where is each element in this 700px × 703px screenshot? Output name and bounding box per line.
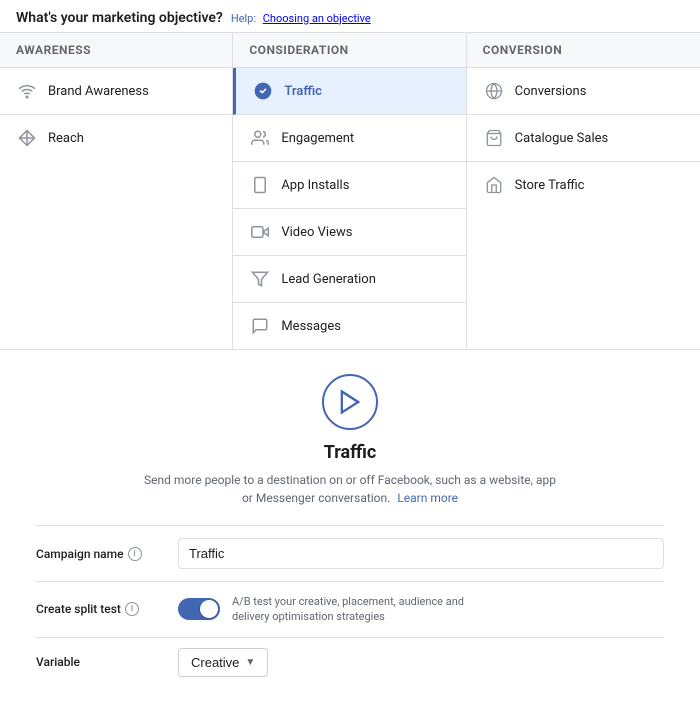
detail-icon-circle xyxy=(322,374,378,430)
snowflake-icon xyxy=(16,127,38,149)
split-test-row: Create split test i A/B test your creati… xyxy=(36,581,664,637)
video-views-icon xyxy=(249,221,271,243)
engagement-icon xyxy=(249,127,271,149)
traffic-check-icon xyxy=(252,80,274,102)
catalogue-sales-icon xyxy=(483,127,505,149)
wifi-icon xyxy=(16,80,38,102)
awareness-header: Awareness xyxy=(0,33,232,68)
header: What's your marketing objective? Help: C… xyxy=(0,0,700,33)
lead-generation-icon xyxy=(249,268,271,290)
traffic-label: Traffic xyxy=(284,84,322,99)
awareness-column: Awareness Brand Awareness xyxy=(0,33,233,349)
conversion-header: Conversion xyxy=(467,33,700,68)
variable-row: Variable Creative ▼ xyxy=(36,637,664,687)
traffic-item[interactable]: Traffic xyxy=(233,68,465,115)
app-installs-item[interactable]: App Installs xyxy=(233,162,465,209)
campaign-name-input[interactable] xyxy=(178,538,664,569)
video-views-label: Video Views xyxy=(281,225,352,240)
campaign-name-row: Campaign name i xyxy=(36,525,664,581)
campaign-name-label: Campaign name i xyxy=(36,547,166,561)
learn-more-link[interactable]: Learn more xyxy=(397,491,458,505)
brand-awareness-label: Brand Awareness xyxy=(48,84,149,99)
lead-generation-label: Lead Generation xyxy=(281,272,376,287)
split-test-info-icon[interactable]: i xyxy=(125,602,139,616)
store-traffic-item[interactable]: Store Traffic xyxy=(467,162,700,208)
objective-grid: Awareness Brand Awareness xyxy=(0,33,700,350)
conversions-label: Conversions xyxy=(515,84,587,99)
detail-title: Traffic xyxy=(324,442,377,463)
page-wrapper: What's your marketing objective? Help: C… xyxy=(0,0,700,703)
consideration-header: Consideration xyxy=(233,33,465,68)
engagement-item[interactable]: Engagement xyxy=(233,115,465,162)
messages-label: Messages xyxy=(281,319,341,334)
help-link[interactable]: Choosing an objective xyxy=(263,12,371,25)
toggle-track xyxy=(178,598,220,620)
split-test-toggle-container: A/B test your creative, placement, audie… xyxy=(178,594,492,625)
help-prefix: Help: Choosing an objective xyxy=(231,12,371,25)
conversions-item[interactable]: Conversions xyxy=(467,68,700,115)
brand-awareness-item[interactable]: Brand Awareness xyxy=(0,68,232,115)
variable-value: Creative xyxy=(191,655,239,670)
reach-item[interactable]: Reach xyxy=(0,115,232,161)
split-test-description: A/B test your creative, placement, audie… xyxy=(232,594,492,625)
toggle-thumb xyxy=(200,600,218,618)
detail-section: Traffic Send more people to a destinatio… xyxy=(0,350,700,703)
split-test-toggle[interactable] xyxy=(178,598,220,620)
video-views-item[interactable]: Video Views xyxy=(233,209,465,256)
messages-icon xyxy=(249,315,271,337)
catalogue-sales-item[interactable]: Catalogue Sales xyxy=(467,115,700,162)
split-test-label: Create split test i xyxy=(36,602,166,616)
lead-generation-item[interactable]: Lead Generation xyxy=(233,256,465,303)
engagement-label: Engagement xyxy=(281,131,354,146)
detail-description: Send more people to a destination on or … xyxy=(140,471,560,507)
app-installs-icon xyxy=(249,174,271,196)
variable-label: Variable xyxy=(36,655,166,669)
dropdown-arrow-icon: ▼ xyxy=(245,657,255,668)
variable-dropdown[interactable]: Creative ▼ xyxy=(178,648,268,677)
app-installs-label: App Installs xyxy=(281,178,349,193)
store-traffic-icon xyxy=(483,174,505,196)
catalogue-sales-label: Catalogue Sales xyxy=(515,131,609,146)
conversion-column: Conversion Conversions xyxy=(467,33,700,349)
conversions-icon xyxy=(483,80,505,102)
form-section: Campaign name i Create split test i xyxy=(16,525,684,687)
campaign-name-info-icon[interactable]: i xyxy=(128,547,142,561)
store-traffic-label: Store Traffic xyxy=(515,178,585,193)
consideration-column: Consideration Traffic xyxy=(233,33,466,349)
messages-item[interactable]: Messages xyxy=(233,303,465,349)
reach-label: Reach xyxy=(48,131,84,146)
page-title: What's your marketing objective? xyxy=(16,10,223,26)
